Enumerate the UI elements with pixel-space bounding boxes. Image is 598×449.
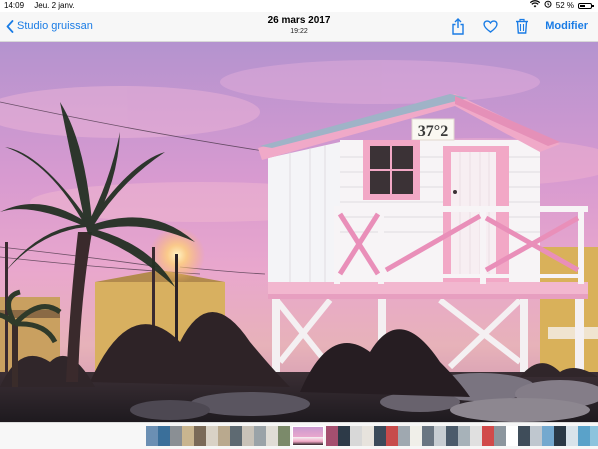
navigation-bar: Studio gruissan 26 mars 2017 19:22 Modif… bbox=[0, 12, 598, 42]
thumbnail[interactable] bbox=[374, 426, 386, 446]
thumbnail[interactable] bbox=[338, 426, 350, 446]
thumbnail[interactable] bbox=[194, 426, 206, 446]
trash-icon[interactable] bbox=[513, 17, 531, 35]
thumbnail[interactable] bbox=[482, 426, 494, 446]
thumbnail[interactable] bbox=[446, 426, 458, 446]
photo-view[interactable]: 37°2 bbox=[0, 42, 598, 422]
share-icon[interactable] bbox=[449, 17, 467, 35]
photo-image: 37°2 bbox=[0, 42, 598, 422]
thumbnail[interactable] bbox=[410, 426, 422, 446]
thumbnail[interactable] bbox=[422, 426, 434, 446]
thumbnail-list bbox=[146, 426, 598, 446]
thumbnail[interactable] bbox=[518, 426, 530, 446]
thumbnail[interactable] bbox=[506, 426, 518, 446]
thumbnail[interactable] bbox=[566, 426, 578, 446]
thumbnail[interactable] bbox=[578, 426, 590, 446]
thumbnail[interactable] bbox=[590, 426, 598, 446]
thumbnail[interactable] bbox=[158, 426, 170, 446]
hut-sign-text: 37°2 bbox=[418, 123, 448, 140]
thumbnail[interactable] bbox=[206, 426, 218, 446]
thumbnail[interactable] bbox=[326, 426, 338, 446]
thumbnail[interactable] bbox=[554, 426, 566, 446]
thumbnail[interactable] bbox=[170, 426, 182, 446]
thumbnail[interactable] bbox=[278, 426, 290, 446]
thumbnail[interactable] bbox=[398, 426, 410, 446]
thumbnail[interactable] bbox=[542, 426, 554, 446]
thumbnail[interactable] bbox=[458, 426, 470, 446]
thumbnail[interactable] bbox=[362, 426, 374, 446]
thumbnail[interactable] bbox=[494, 426, 506, 446]
thumbnail[interactable] bbox=[266, 426, 278, 446]
edit-button[interactable]: Modifier bbox=[545, 20, 588, 32]
thumbnail[interactable] bbox=[218, 426, 230, 446]
wifi-icon bbox=[529, 0, 540, 12]
thumbnail[interactable] bbox=[146, 426, 158, 446]
thumbnail[interactable] bbox=[470, 426, 482, 446]
heart-icon[interactable] bbox=[481, 17, 499, 35]
status-bar: 14:09 Jeu. 2 janv. 52 % bbox=[0, 0, 598, 12]
thumbnail[interactable] bbox=[434, 426, 446, 446]
alarm-icon bbox=[544, 0, 552, 12]
thumbnail[interactable] bbox=[530, 426, 542, 446]
thumbnail-current[interactable] bbox=[292, 426, 324, 446]
thumbnail[interactable] bbox=[230, 426, 242, 446]
thumbnail[interactable] bbox=[350, 426, 362, 446]
battery-icon bbox=[578, 3, 594, 9]
thumbnail[interactable] bbox=[182, 426, 194, 446]
status-time: 14:09 bbox=[4, 1, 25, 10]
thumbnail[interactable] bbox=[254, 426, 266, 446]
thumbnail[interactable] bbox=[386, 426, 398, 446]
thumbnail-strip bbox=[0, 422, 598, 449]
status-date: Jeu. 2 janv. bbox=[34, 1, 75, 10]
thumbnail[interactable] bbox=[242, 426, 254, 446]
status-right: 52 % bbox=[529, 0, 594, 12]
status-left: 14:09 Jeu. 2 janv. bbox=[4, 0, 83, 12]
toolbar-actions: Modifier bbox=[449, 17, 588, 35]
battery-percent: 52 % bbox=[555, 1, 574, 10]
